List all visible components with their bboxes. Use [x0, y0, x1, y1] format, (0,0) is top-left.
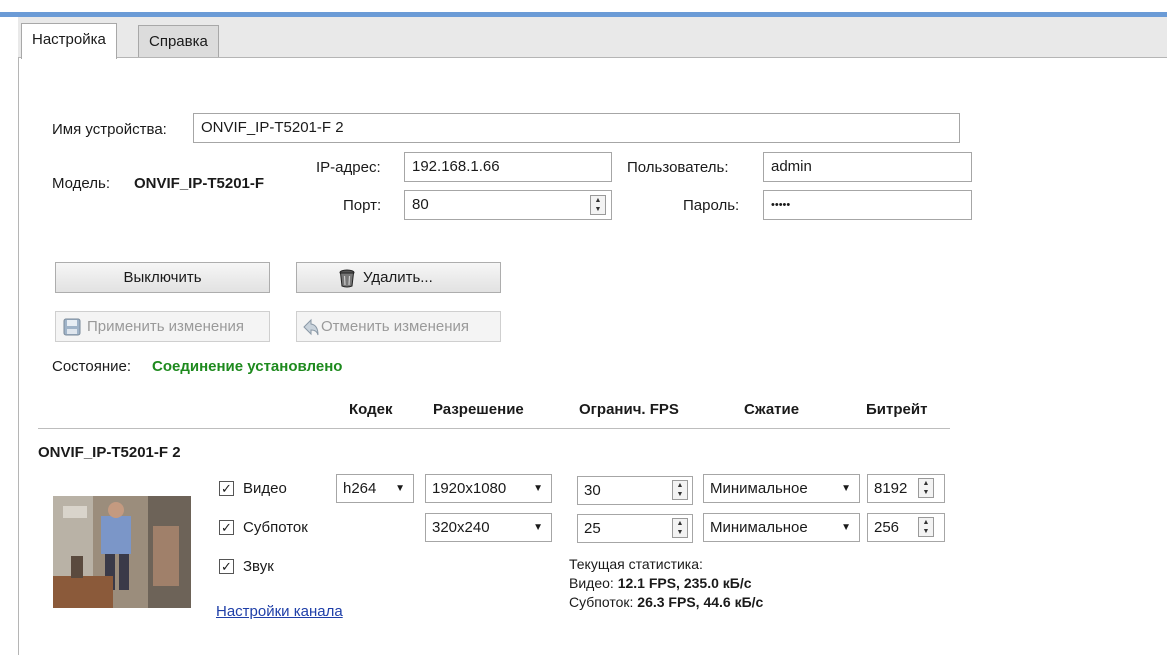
disable-button[interactable]: Выключить	[55, 262, 270, 293]
video-fps-spinner[interactable]: ▲ ▼	[672, 480, 688, 500]
video-fps-value: 30	[584, 482, 601, 499]
video-checkbox[interactable]: ✓	[219, 481, 234, 496]
camera-name: ONVIF_IP-T5201-F 2	[38, 444, 181, 461]
video-resolution-select[interactable]: 1920x1080 ▼	[425, 474, 552, 503]
chevron-down-icon: ▼	[841, 483, 851, 494]
trash-bin-icon	[337, 268, 357, 288]
codec-select-value: h264	[343, 480, 377, 497]
substream-bitrate-value: 256	[874, 519, 900, 536]
camera-preview-thumbnail[interactable]	[53, 496, 191, 608]
substream-bitrate-spinner[interactable]: ▲ ▼	[918, 517, 934, 537]
chevron-down-icon: ▼	[841, 522, 851, 533]
chevron-down-icon: ▼	[533, 522, 543, 533]
cancel-changes-button[interactable]: Отменить изменения	[296, 311, 501, 342]
stats-video-value: 12.1 FPS, 235.0 кБ/с	[617, 575, 752, 591]
video-bitrate-spinner[interactable]: ▲ ▼	[918, 478, 934, 498]
model-value: ONVIF_IP-T5201-F	[134, 175, 265, 192]
stats-substream: Субпоток: 26.3 FPS, 44.6 кБ/с	[569, 594, 763, 610]
ip-label: IP-адрес:	[316, 159, 381, 176]
video-compression-select[interactable]: Минимальное ▼	[703, 474, 860, 503]
substream-compression-select[interactable]: Минимальное ▼	[703, 513, 860, 542]
video-resolution-value: 1920x1080	[432, 480, 507, 497]
stats-title: Текущая статистика:	[569, 556, 703, 572]
substream-compression-value: Минимальное	[710, 519, 808, 536]
port-input[interactable]: 80	[404, 190, 612, 220]
header-bitrate: Битрейт	[866, 401, 928, 418]
stats-substream-label: Субпоток:	[569, 594, 634, 610]
save-disk-icon	[62, 317, 82, 337]
header-compression: Сжатие	[744, 401, 800, 418]
codec-select[interactable]: h264 ▼	[336, 474, 414, 503]
stats-video: Видео: 12.1 FPS, 235.0 кБ/с	[569, 575, 752, 591]
video-label: Видео	[243, 480, 287, 497]
tab-help[interactable]: Справка	[138, 25, 219, 57]
chevron-down-icon: ▼	[395, 483, 405, 494]
delete-button-label: Удалить...	[363, 269, 433, 286]
password-input[interactable]: •••••	[763, 190, 972, 220]
port-spinner[interactable]: ▲ ▼	[590, 195, 606, 215]
panel-left-border	[18, 17, 19, 655]
audio-checkbox[interactable]: ✓	[219, 559, 234, 574]
delete-button[interactable]: Удалить...	[296, 262, 501, 293]
substream-fps-value: 25	[584, 520, 601, 537]
apply-button-label: Применить изменения	[87, 318, 244, 335]
channel-settings-link[interactable]: Настройки канала	[216, 603, 343, 620]
stats-substream-value: 26.3 FPS, 44.6 кБ/с	[637, 594, 764, 610]
table-divider	[38, 428, 950, 429]
header-fps-limit: Огранич. FPS	[579, 401, 679, 418]
password-label: Пароль:	[683, 197, 740, 214]
substream-resolution-select[interactable]: 320x240 ▼	[425, 513, 552, 542]
audio-label: Звук	[243, 558, 274, 575]
stats-video-label: Видео:	[569, 575, 614, 591]
ip-input[interactable]: 192.168.1.66	[404, 152, 612, 182]
port-label: Порт:	[343, 197, 382, 214]
user-input[interactable]: admin	[763, 152, 972, 182]
header-resolution: Разрешение	[433, 401, 524, 418]
substream-fps-spinner[interactable]: ▲ ▼	[672, 518, 688, 538]
apply-changes-button[interactable]: Применить изменения	[55, 311, 270, 342]
tab-settings[interactable]: Настройка	[21, 23, 117, 59]
substream-resolution-value: 320x240	[432, 519, 490, 536]
user-label: Пользователь:	[627, 159, 729, 176]
tab-strip: Настройка Справка	[18, 17, 1167, 59]
device-name-input[interactable]: ONVIF_IP-T5201-F 2	[193, 113, 960, 143]
status-value: Соединение установлено	[152, 358, 343, 375]
undo-arrow-icon	[301, 317, 321, 337]
header-codec: Кодек	[349, 401, 393, 418]
chevron-down-icon: ▼	[533, 483, 543, 494]
substream-checkbox[interactable]: ✓	[219, 520, 234, 535]
substream-label: Субпоток	[243, 519, 308, 536]
video-compression-value: Минимальное	[710, 480, 808, 497]
model-label: Модель:	[52, 175, 111, 192]
status-label: Состояние:	[52, 358, 132, 375]
device-name-label: Имя устройства:	[52, 121, 167, 138]
cancel-button-label: Отменить изменения	[321, 318, 470, 335]
video-bitrate-value: 8192	[874, 480, 908, 497]
